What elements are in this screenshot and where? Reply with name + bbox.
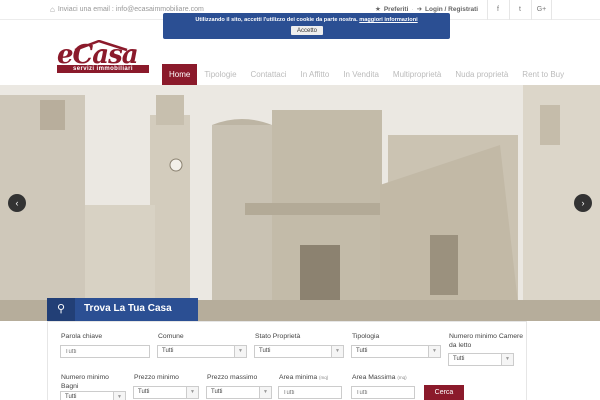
nav-rent-to-buy[interactable]: Rent to Buy — [515, 64, 571, 85]
search-submit-button[interactable]: Cerca — [424, 385, 464, 400]
nav-in-vendita[interactable]: In Vendita — [336, 64, 386, 85]
camere-label: Numero minimo Camere da letto — [449, 333, 524, 349]
separator: · — [411, 5, 414, 13]
cookie-accept-button[interactable]: Accetto — [291, 26, 323, 35]
home-icon: ⌂ — [50, 5, 55, 14]
cookie-info-link[interactable]: maggiori informazioni — [359, 17, 417, 23]
nav-multiproprieta[interactable]: Multiproprietà — [386, 64, 448, 85]
bagni-value: Tutti — [65, 394, 77, 400]
keyword-label: Parola chiave — [61, 333, 103, 340]
cookie-message: Utilizzando il sito, accetti l'utilizzo … — [163, 17, 450, 23]
cookie-text: Utilizzando il sito, accetti l'utilizzo … — [195, 17, 358, 23]
prezzo-max-select[interactable]: Tutti ▼ — [206, 386, 272, 399]
keyword-input[interactable] — [60, 345, 150, 358]
twitter-icon[interactable]: t — [509, 0, 530, 20]
nav-in-affitto[interactable]: In Affitto — [294, 64, 337, 85]
login-link[interactable]: Login / Registrati — [425, 6, 478, 13]
user-links: ★ Preferiti · ➔ Login / Registrati — [375, 5, 478, 14]
area-min-unit: (mq) — [319, 375, 329, 380]
chevron-down-icon: ▼ — [259, 387, 271, 398]
bagni-label: Numero minimo Bagni — [61, 374, 109, 390]
chevron-down-icon: ▼ — [113, 392, 125, 400]
comune-value: Tutti — [162, 348, 174, 354]
logo-tagline: servizi immobiliari — [57, 65, 149, 73]
email-text[interactable]: Inviaci una email : info@ecasaimmobiliar… — [58, 6, 204, 13]
camere-select[interactable]: Tutti ▼ — [448, 353, 514, 366]
slider-next-button[interactable]: › — [574, 194, 592, 212]
area-min-input[interactable] — [278, 386, 342, 399]
login-icon: ➔ — [416, 6, 423, 13]
search-header: ⚲ Trova La Tua Casa — [47, 298, 198, 321]
chevron-down-icon: ▼ — [428, 346, 440, 357]
bagni-select[interactable]: Tutti ▼ — [60, 391, 126, 400]
chevron-down-icon: ▼ — [234, 346, 246, 357]
comune-label: Comune — [158, 333, 184, 340]
nav-home[interactable]: Home — [162, 64, 198, 85]
tipologia-value: Tutti — [356, 348, 368, 354]
tipologia-select[interactable]: Tutti ▼ — [351, 345, 441, 358]
stato-select[interactable]: Tutti ▼ — [254, 345, 344, 358]
stato-value: Tutti — [259, 348, 271, 354]
slider-prev-button[interactable]: ‹ — [8, 194, 26, 212]
area-min-label: Area minima (mq) — [279, 373, 328, 382]
hero-slider: ‹ › — [0, 85, 600, 321]
tipologia-label: Tipologia — [352, 333, 380, 340]
area-max-text: Area Massima — [352, 374, 396, 381]
google-plus-icon[interactable]: G+ — [531, 0, 552, 20]
prezzo-min-label: Prezzo minimo — [134, 374, 179, 381]
star-icon: ★ — [375, 6, 381, 13]
castle-photo — [0, 85, 600, 321]
cookie-banner: Utilizzando il sito, accetti l'utilizzo … — [163, 13, 450, 39]
search-title: Trova La Tua Casa — [84, 303, 172, 314]
site-logo[interactable]: eCasa servizi immobiliari — [55, 40, 150, 76]
main-nav: Home Tipologie Contattaci In Affitto In … — [162, 64, 571, 85]
stato-label: Stato Proprietà — [255, 333, 301, 340]
area-max-unit: (mq) — [397, 375, 407, 380]
area-max-input[interactable] — [351, 386, 415, 399]
camere-value: Tutti — [453, 356, 465, 362]
facebook-icon[interactable]: f — [487, 0, 508, 20]
nav-tipologie[interactable]: Tipologie — [197, 64, 243, 85]
prezzo-max-label: Prezzo massimo — [207, 374, 258, 381]
nav-nuda-proprieta[interactable]: Nuda proprietà — [448, 64, 515, 85]
nav-contattaci[interactable]: Contattaci — [244, 64, 294, 85]
favorites-link[interactable]: Preferiti — [384, 6, 409, 13]
chevron-down-icon: ▼ — [186, 387, 198, 398]
area-min-text: Area minima — [279, 374, 318, 381]
chevron-down-icon: ▼ — [331, 346, 343, 357]
comune-select[interactable]: Tutti ▼ — [157, 345, 247, 358]
prezzo-max-value: Tutti — [211, 389, 223, 395]
search-icon: ⚲ — [47, 298, 75, 321]
prezzo-min-select[interactable]: Tutti ▼ — [133, 386, 199, 399]
chevron-down-icon: ▼ — [501, 354, 513, 365]
prezzo-min-value: Tutti — [138, 389, 150, 395]
area-max-label: Area Massima (mq) — [352, 373, 407, 382]
